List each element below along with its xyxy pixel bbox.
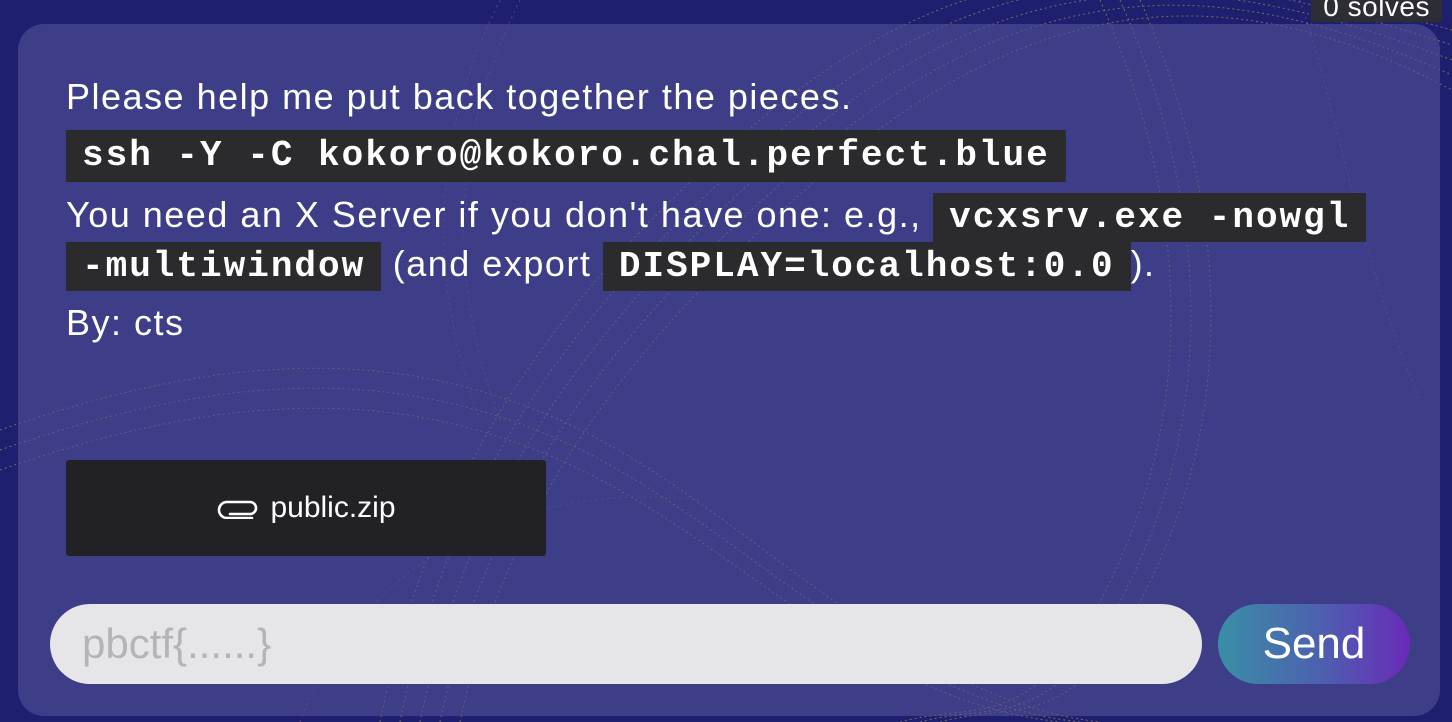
xserver-text-before: You need an X Server if you don't have o… — [66, 194, 934, 235]
challenge-card: Please help me put back together the pie… — [18, 24, 1440, 716]
ssh-command: ssh -Y -C kokoro@kokoro.chal.perfect.blu… — [66, 130, 1066, 182]
ssh-command-line: ssh -Y -C kokoro@kokoro.chal.perfect.blu… — [66, 130, 1366, 182]
challenge-description: Please help me put back together the pie… — [66, 74, 1367, 356]
send-button[interactable]: Send — [1218, 604, 1410, 684]
description-intro: Please help me put back together the pie… — [66, 76, 853, 117]
xserver-text-middle: (and export — [381, 243, 603, 284]
author-line: By: cts — [66, 302, 185, 343]
xserver-text-after: ). — [1130, 243, 1156, 284]
attachment-filename: public.zip — [270, 491, 396, 524]
display-command: DISPLAY=localhost:0.0 — [602, 242, 1131, 291]
download-attachment-button[interactable]: public.zip — [66, 460, 546, 556]
xserver-instructions: You need an X Server if you don't have o… — [66, 192, 1367, 291]
paperclip-icon — [218, 500, 258, 519]
solves-badge: 0 solves — [1311, 0, 1442, 22]
flag-input[interactable] — [50, 604, 1202, 684]
